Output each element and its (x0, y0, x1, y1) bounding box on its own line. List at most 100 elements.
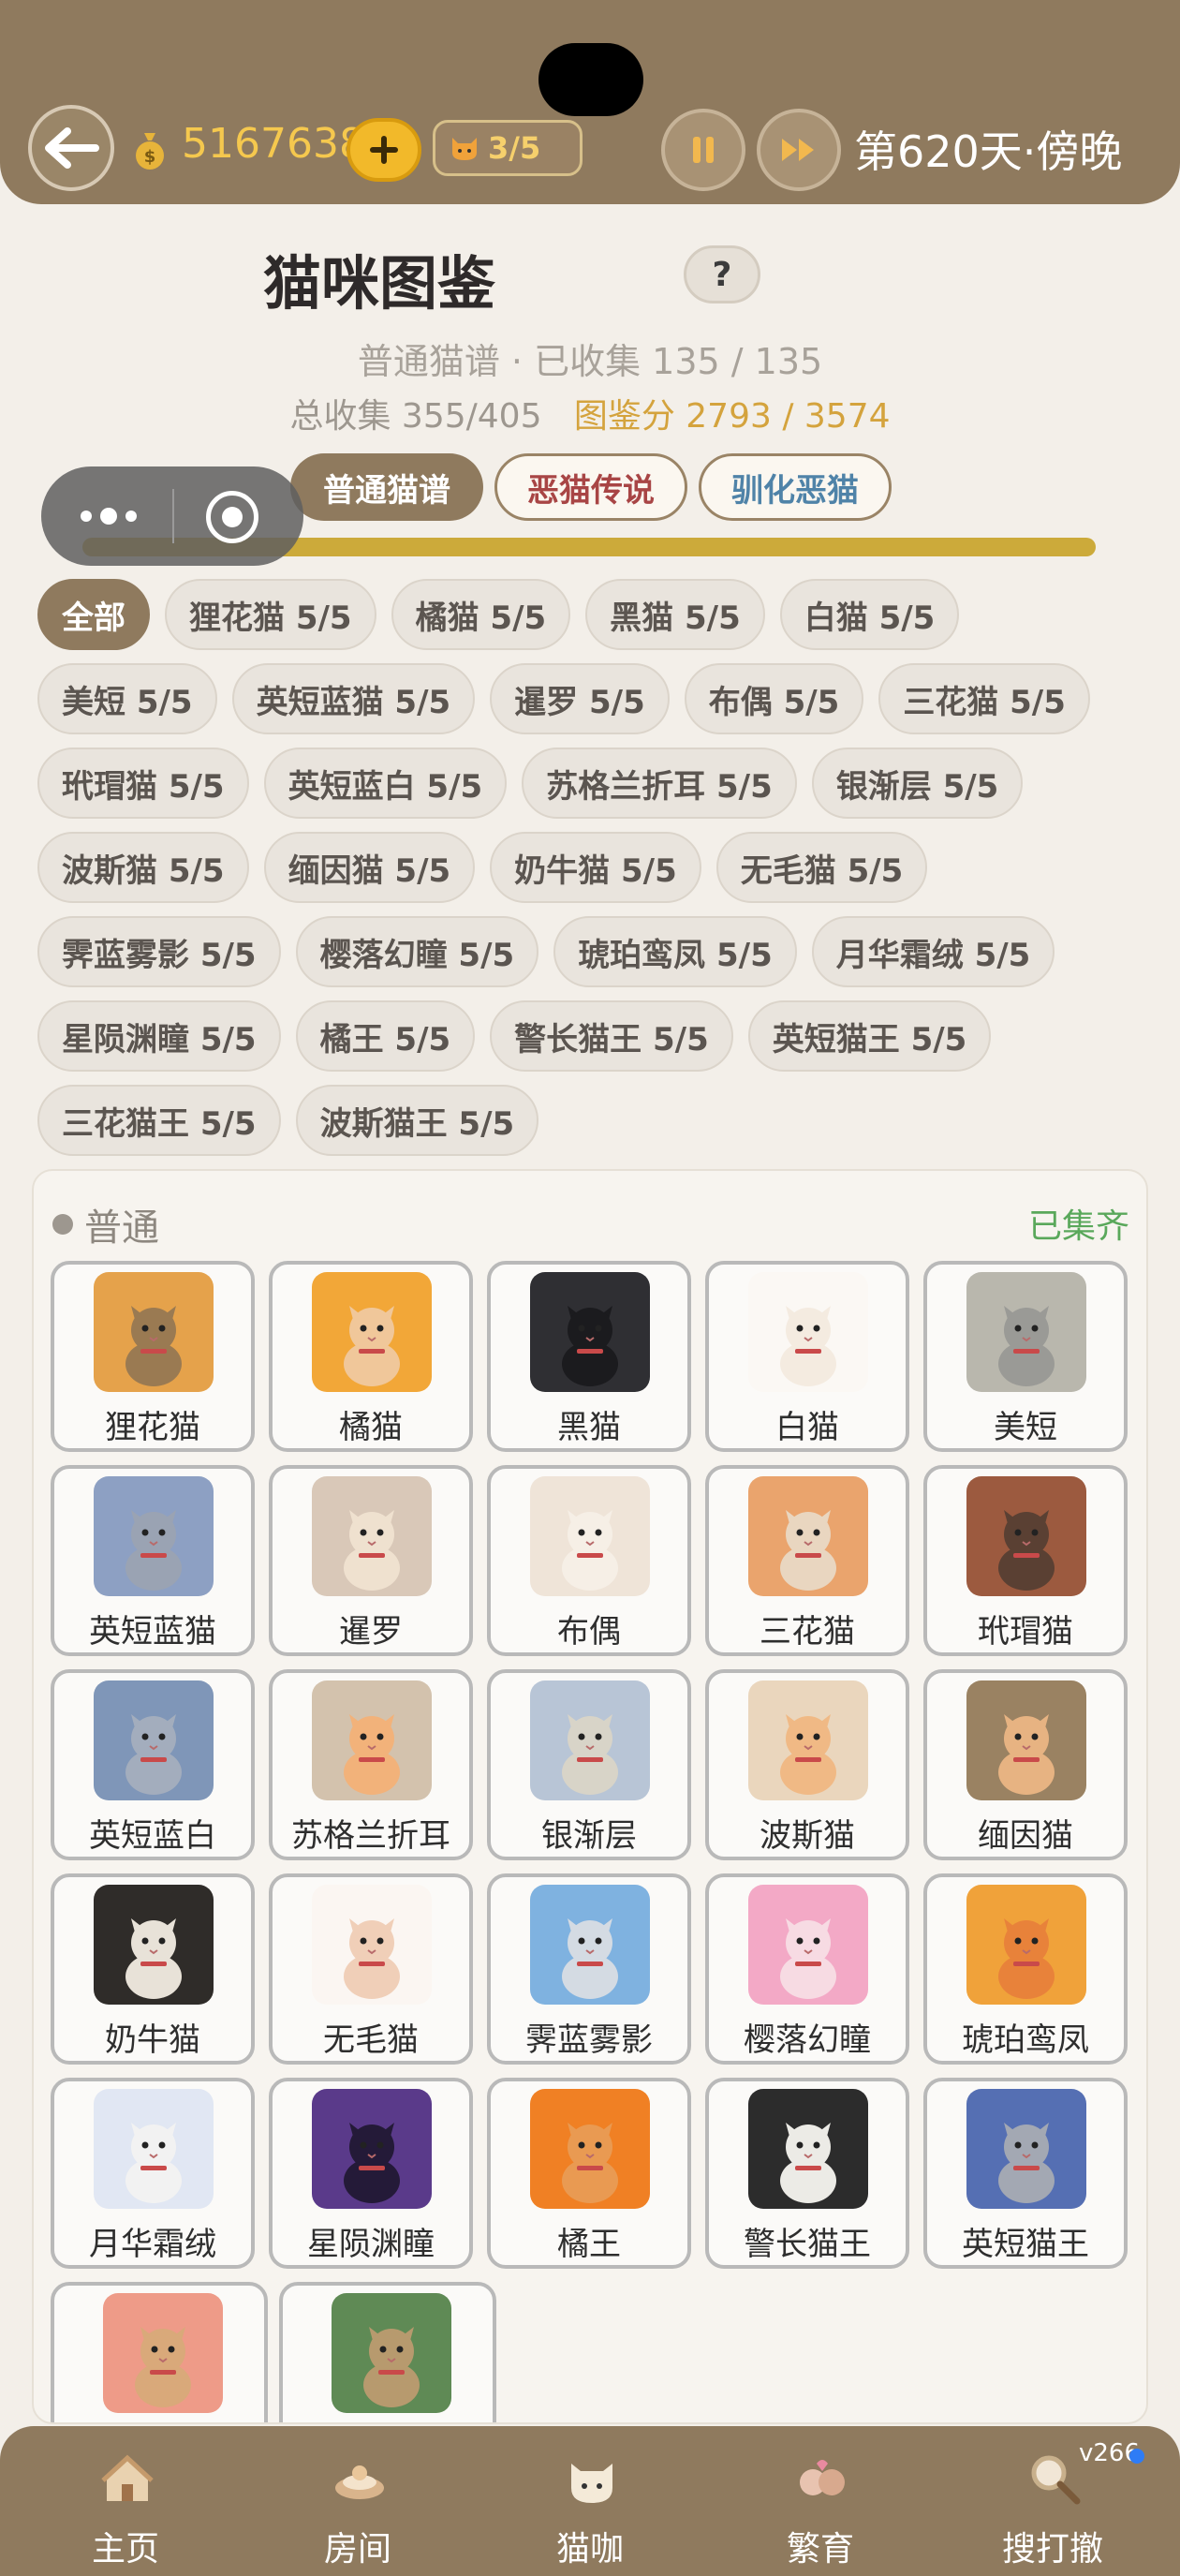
section-status: 已集齐 (1027, 1207, 1129, 1246)
cat-card[interactable]: 月华霜绒 (51, 2078, 255, 2269)
cat-card[interactable] (51, 2282, 268, 2422)
filter-chip[interactable]: 英短蓝白 5/5 (263, 748, 508, 819)
fast-forward-button[interactable] (757, 109, 841, 191)
tab-tamed-evil-cats[interactable]: 驯化恶猫 (699, 453, 892, 521)
filter-chip[interactable]: 奶牛猫 5/5 (490, 832, 701, 903)
filter-chip[interactable]: 月华霜绒 5/5 (811, 916, 1055, 987)
section-dot-icon (52, 1214, 73, 1235)
filter-chip[interactable]: 波斯猫王 5/5 (295, 1085, 539, 1156)
filter-chip[interactable]: 布偶 5/5 (684, 663, 864, 734)
plus-icon (370, 136, 398, 164)
nav-search-raid-label: 搜打撤 (1001, 2530, 1103, 2569)
nav-breeding[interactable]: 繁育 (736, 2426, 905, 2576)
filter-chip[interactable]: 黑猫 5/5 (585, 579, 765, 650)
cat-card[interactable]: 白猫 (705, 1261, 909, 1452)
filter-chip[interactable]: 霁蓝雾影 5/5 (37, 916, 281, 987)
page-title: 猫咪图鉴 (262, 249, 495, 318)
cat-bed-icon (335, 2465, 384, 2499)
filter-chip[interactable]: 美短 5/5 (37, 663, 217, 734)
filter-chip[interactable]: 暹罗 5/5 (490, 663, 670, 734)
cat-card[interactable]: 星陨渊瞳 (269, 2078, 473, 2269)
cat-card[interactable]: 霁蓝雾影 (487, 1873, 691, 2065)
arrow-left-icon (45, 127, 99, 169)
cat-card[interactable]: 暹罗 (269, 1465, 473, 1656)
cat-name: 英短蓝白 (89, 1817, 216, 1855)
cat-card[interactable]: 警长猫王 (705, 2078, 909, 2269)
cat-name: 星陨渊瞳 (307, 2226, 435, 2263)
help-button[interactable]: ? (684, 245, 760, 303)
cat-portrait (103, 2293, 223, 2413)
cat-card[interactable]: 英短猫王 (923, 2078, 1128, 2269)
cat-portrait (966, 1680, 1086, 1800)
cat-name: 狸花猫 (105, 1409, 200, 1446)
cat-card[interactable]: 奶牛猫 (51, 1873, 255, 2065)
cat-portrait (530, 1680, 650, 1800)
pause-button[interactable] (661, 109, 745, 191)
cat-card[interactable]: 樱落幻瞳 (705, 1873, 909, 2065)
filter-chip[interactable]: 樱落幻瞳 5/5 (295, 916, 539, 987)
cat-name: 樱落幻瞳 (744, 2021, 871, 2059)
filter-chip[interactable]: 橘猫 5/5 (391, 579, 571, 650)
cat-card[interactable]: 三花猫 (705, 1465, 909, 1656)
pause-icon (693, 137, 714, 163)
filter-chip[interactable]: 琥珀鸾凤 5/5 (553, 916, 797, 987)
cat-card[interactable]: 苏格兰折耳 (269, 1669, 473, 1860)
cat-card[interactable]: 黑猫 (487, 1261, 691, 1452)
filter-chip[interactable]: 白猫 5/5 (779, 579, 960, 650)
cat-portrait (748, 1272, 868, 1392)
filter-chip-all[interactable]: 全部 (37, 579, 150, 650)
filter-chip[interactable]: 英短猫王 5/5 (747, 1000, 992, 1072)
cat-portrait (312, 2089, 432, 2209)
cat-name: 霁蓝雾影 (525, 2021, 653, 2059)
cat-count-badge[interactable]: 3/5 (433, 120, 583, 176)
filter-chip[interactable]: 银渐层 5/5 (811, 748, 1024, 819)
cat-card[interactable]: 无毛猫 (269, 1873, 473, 2065)
filter-chip[interactable]: 三花猫 5/5 (878, 663, 1090, 734)
filter-chip[interactable]: 英短蓝猫 5/5 (231, 663, 476, 734)
nav-room[interactable]: 房间 (273, 2426, 442, 2576)
filter-chip-list: 全部 狸花猫 5/5 橘猫 5/5 黑猫 5/5 白猫 5/5 美短 5/5 英短蓝猫 5/… (37, 579, 1152, 1156)
filter-chip[interactable]: 警长猫王 5/5 (490, 1000, 733, 1072)
back-button[interactable] (28, 105, 114, 191)
more-options-icon[interactable] (79, 500, 139, 532)
cat-card[interactable]: 琥珀鸾凤 (923, 1873, 1128, 2065)
filter-chip[interactable]: 三花猫王 5/5 (37, 1085, 281, 1156)
cat-name: 布偶 (557, 1613, 621, 1651)
filter-chip[interactable]: 波斯猫 5/5 (37, 832, 249, 903)
codex-score: 图鉴分 2793 / 3574 (573, 397, 891, 436)
cat-card[interactable]: 美短 (923, 1261, 1128, 1452)
add-money-button[interactable] (347, 118, 421, 182)
filter-chip[interactable]: 苏格兰折耳 5/5 (522, 748, 797, 819)
cat-name: 黑猫 (557, 1409, 621, 1446)
cat-card[interactable]: 银渐层 (487, 1669, 691, 1860)
tab-normal-catalog[interactable]: 普通猫谱 (290, 453, 483, 521)
nav-cat-cafe[interactable]: 猫咖 (506, 2426, 674, 2576)
nav-home[interactable]: 主页 (41, 2426, 210, 2576)
total-collected: 总收集 355/405 (289, 397, 542, 436)
cat-card[interactable]: 玳瑁猫 (923, 1465, 1128, 1656)
filter-chip[interactable]: 狸花猫 5/5 (165, 579, 376, 650)
filter-chip[interactable]: 玳瑁猫 5/5 (37, 748, 249, 819)
close-mini-program-icon[interactable] (206, 491, 258, 543)
cat-card[interactable]: 橘猫 (269, 1261, 473, 1452)
cat-card[interactable]: 狸花猫 (51, 1261, 255, 1452)
cat-card[interactable]: 英短蓝猫 (51, 1465, 255, 1656)
cat-card[interactable]: 英短蓝白 (51, 1669, 255, 1860)
top-bar: $ 5167638 3/5 第620天·傍晚 (0, 0, 1180, 204)
filter-chip[interactable]: 橘王 5/5 (295, 1000, 476, 1072)
tab-evil-cat-legends[interactable]: 恶猫传说 (494, 453, 687, 521)
filter-chip[interactable]: 无毛猫 5/5 (715, 832, 928, 903)
cat-card[interactable]: 波斯猫 (705, 1669, 909, 1860)
filter-chip[interactable]: 缅因猫 5/5 (263, 832, 476, 903)
cat-name: 美短 (994, 1409, 1057, 1446)
cat-portrait (966, 1476, 1086, 1596)
cat-card[interactable]: 布偶 (487, 1465, 691, 1656)
nav-breeding-label: 繁育 (786, 2530, 854, 2569)
cat-card[interactable] (279, 2282, 496, 2422)
filter-chip[interactable]: 星陨渊瞳 5/5 (37, 1000, 281, 1072)
money-bag-icon: $ (136, 133, 164, 170)
cat-name: 白猫 (775, 1409, 839, 1446)
cat-card[interactable]: 缅因猫 (923, 1669, 1128, 1860)
cat-card[interactable]: 橘王 (487, 2078, 691, 2269)
cat-name: 玳瑁猫 (978, 1613, 1073, 1651)
